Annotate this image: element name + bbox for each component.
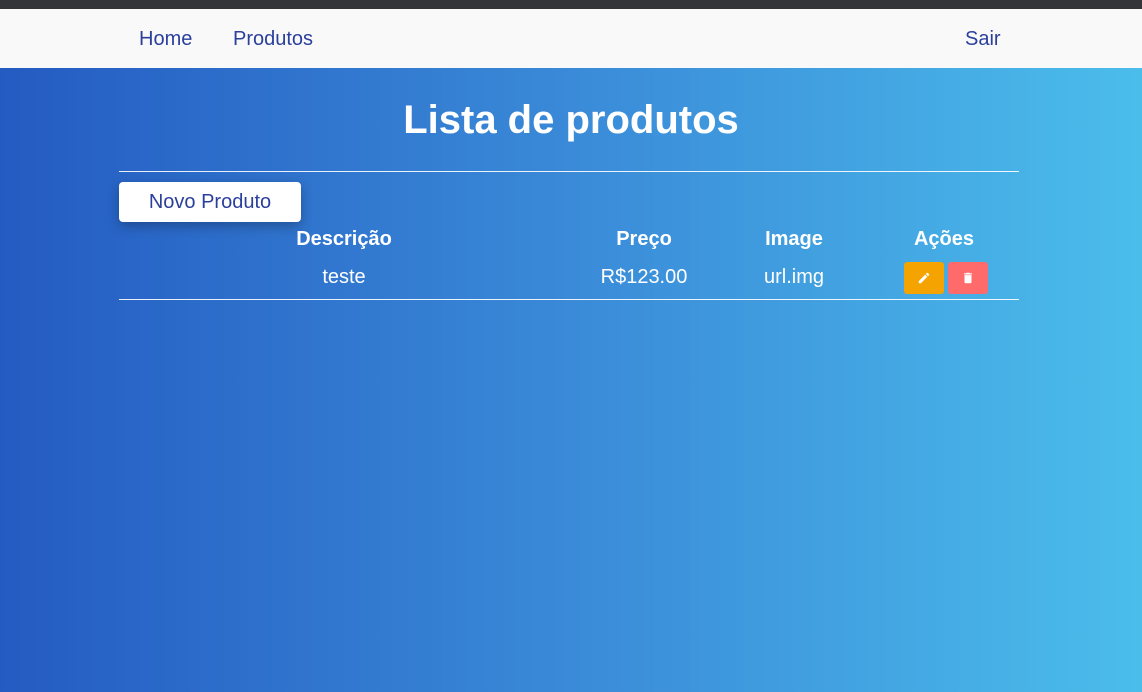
navbar: Home Produtos Sair (0, 9, 1142, 68)
divider-bottom (119, 299, 1019, 300)
delete-button[interactable] (948, 262, 988, 294)
cell-image: url.img (763, 266, 824, 288)
divider-top (119, 171, 1019, 172)
nav-produtos-link[interactable]: Produtos (233, 26, 313, 52)
window-top-strip (0, 0, 1142, 9)
new-product-button[interactable]: Novo Produto (119, 182, 301, 222)
header-image: Image (765, 228, 823, 250)
cell-preco: R$123.00 (600, 266, 688, 288)
trash-icon (961, 270, 975, 286)
pencil-icon (917, 271, 931, 285)
nav-home-link[interactable]: Home (139, 26, 192, 52)
header-descricao: Descrição (296, 228, 392, 250)
header-preco: Preço (616, 228, 672, 250)
cell-descricao: teste (322, 266, 366, 288)
edit-button[interactable] (904, 262, 944, 294)
nav-sair-link[interactable]: Sair (965, 26, 1001, 52)
header-acoes: Ações (913, 228, 975, 250)
page-title: Lista de produtos (403, 98, 739, 142)
